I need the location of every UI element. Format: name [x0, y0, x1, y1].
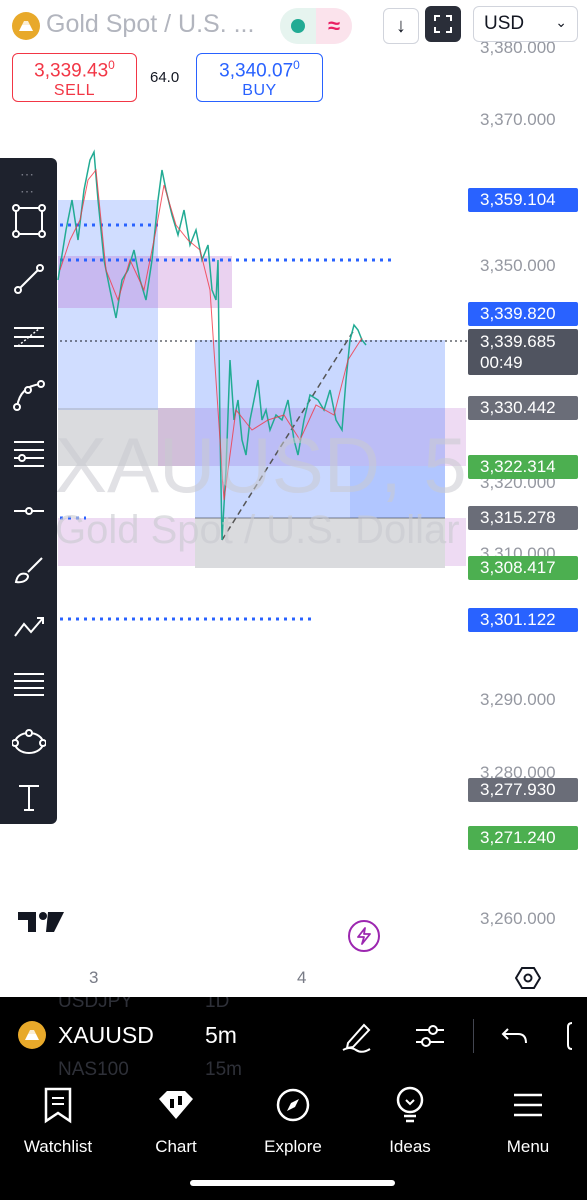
sell-price: 3,339.43: [34, 60, 109, 82]
sell-price-pip: 0: [108, 58, 115, 72]
hamburger-icon: [478, 1085, 578, 1125]
indicators-icon[interactable]: [413, 1019, 447, 1053]
drawing-toolbar: ⋯ ⋯: [0, 158, 57, 824]
chart-area[interactable]: XAUUSD, 5 Gold Spot / U.S. Dollar 3,380.…: [0, 0, 587, 1000]
realtime-data-icon: ≈: [316, 8, 352, 44]
interval-selector[interactable]: 5m: [205, 1022, 237, 1049]
spread-value: 64.0: [150, 69, 180, 86]
parallel-lines-icon[interactable]: [8, 664, 50, 706]
ghost-watchlist-symbol: NAS100: [58, 1059, 129, 1077]
rectangle-icon[interactable]: [8, 200, 50, 242]
ellipse-icon[interactable]: [8, 722, 50, 764]
watermark-description: Gold Spot / U.S. Dollar: [55, 508, 460, 552]
path-icon[interactable]: [8, 606, 50, 648]
time-axis-label: 3: [89, 968, 99, 987]
redo-icon[interactable]: [566, 1019, 587, 1053]
buy-label: BUY: [242, 82, 277, 100]
current-price-tag: 3,339.685 00:49: [468, 329, 578, 375]
symbol-name[interactable]: XAUUSD: [58, 1022, 154, 1049]
horizontal-line-icon[interactable]: [8, 490, 50, 532]
home-indicator[interactable]: [190, 1180, 395, 1186]
current-price-value: 3,339.685: [480, 332, 556, 351]
ghost-watchlist-interval: 15m: [205, 1059, 242, 1077]
divider: [473, 1019, 474, 1053]
arrow-down-icon: ↓: [396, 14, 406, 37]
bar-countdown: 00:49: [480, 353, 523, 372]
pitchfork-icon[interactable]: [8, 432, 50, 474]
price-axis-label: 3,370.000: [480, 110, 556, 129]
sell-button[interactable]: 3,339.430 SELL: [12, 53, 137, 102]
time-axis-label: 4: [297, 968, 307, 987]
top-bar: Gold Spot / U.S. ... ≈ ↓ USD ⌄: [0, 0, 587, 50]
buy-price: 3,340.07: [219, 60, 294, 82]
nav-label: Menu: [506, 1137, 550, 1156]
text-icon[interactable]: [8, 776, 50, 818]
price-tag: 3,339.820: [468, 302, 578, 326]
price-tag: 3,301.122: [468, 608, 578, 632]
curve-icon[interactable]: [8, 374, 50, 416]
nav-label: Ideas: [389, 1137, 431, 1156]
fullscreen-button[interactable]: [425, 6, 461, 42]
sell-label: SELL: [53, 82, 96, 100]
market-status-pill[interactable]: ≈: [280, 8, 352, 44]
nav-explore[interactable]: Explore: [243, 1085, 343, 1157]
buy-button[interactable]: 3,340.070 BUY: [196, 53, 323, 102]
nav-ideas[interactable]: Ideas: [360, 1085, 460, 1157]
ghost-watchlist-symbol: USDJPY: [58, 997, 133, 1012]
price-tag: 3,308.417: [468, 556, 578, 580]
price-axis-label: 3,290.000: [480, 690, 556, 709]
price-tag: 3,359.104: [468, 188, 578, 212]
nav-label: Watchlist: [23, 1137, 93, 1156]
watchlist-icon: [8, 1085, 108, 1125]
price-tag: 3,330.442: [468, 396, 578, 420]
brush-icon[interactable]: [8, 548, 50, 590]
market-open-icon: [280, 8, 316, 44]
watermark-symbol: XAUUSD, 5: [55, 421, 467, 509]
compass-icon: [243, 1085, 343, 1125]
price-tag: 3,322.314: [468, 455, 578, 479]
price-axis-label: 3,260.000: [480, 909, 556, 928]
fib-retracement-icon[interactable]: [8, 316, 50, 358]
currency-select[interactable]: USD ⌄: [473, 6, 578, 42]
nav-chart[interactable]: Chart: [126, 1085, 226, 1157]
tradingview-logo: [18, 908, 66, 941]
ghost-watchlist-interval: 1D: [205, 997, 230, 1012]
symbol-bar: USDJPY 1D NAS100 15m XAUUSD 5m: [0, 997, 587, 1077]
gold-logo-icon: [18, 1021, 46, 1049]
symbol-title[interactable]: Gold Spot / U.S. ...: [46, 10, 254, 39]
pen-icon[interactable]: [340, 1019, 374, 1053]
nav-label: Explore: [264, 1137, 322, 1156]
price-axis-label: 3,350.000: [480, 256, 556, 275]
chart-settings-icon[interactable]: [514, 965, 542, 996]
price-tag: 3,315.278: [468, 506, 578, 530]
lightning-icon[interactable]: [348, 920, 380, 952]
nav-watchlist[interactable]: Watchlist: [8, 1085, 108, 1157]
trend-line-icon[interactable]: [8, 258, 50, 300]
fullscreen-icon: [434, 15, 452, 33]
price-tag: 3,271.240: [468, 826, 578, 850]
purple-zone-1: [58, 256, 232, 308]
drag-handle-icon[interactable]: ⋯ ⋯: [20, 166, 35, 200]
gold-logo-icon: [12, 12, 40, 40]
lightbulb-icon: [360, 1085, 460, 1125]
download-button[interactable]: ↓: [383, 8, 419, 44]
currency-value: USD: [484, 13, 525, 34]
chart-icon: [126, 1085, 226, 1125]
undo-icon[interactable]: [498, 1019, 532, 1053]
price-tag: 3,277.930: [468, 778, 578, 802]
nav-menu[interactable]: Menu: [478, 1085, 578, 1157]
chevron-down-icon: ⌄: [555, 14, 567, 30]
nav-label: Chart: [155, 1137, 197, 1156]
buy-price-pip: 0: [293, 58, 300, 72]
